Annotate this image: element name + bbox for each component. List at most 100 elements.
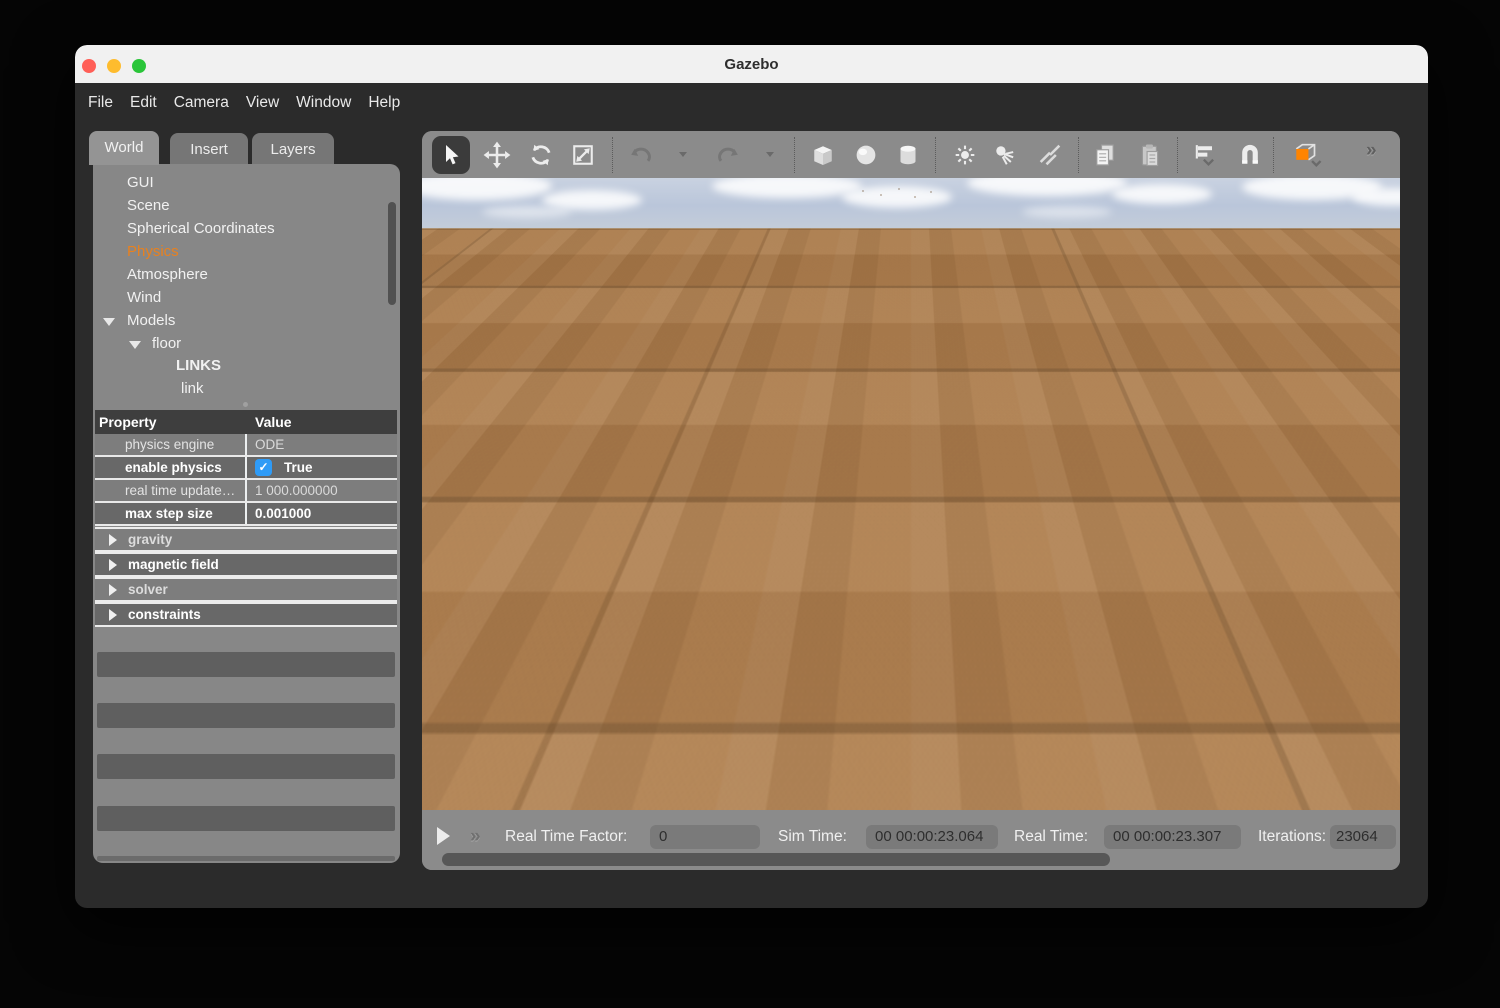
- sim-time-label: Sim Time:: [778, 828, 847, 846]
- menu-camera[interactable]: Camera: [174, 94, 229, 112]
- real-time-factor-value: 0: [650, 825, 760, 849]
- tree-item-models[interactable]: Models: [127, 312, 175, 334]
- body-slot: [913, 441, 922, 448]
- table-row[interactable]: max step size 0.001000: [95, 503, 397, 526]
- titlebar: Gazebo: [75, 45, 1428, 83]
- tree-item-link[interactable]: link: [181, 380, 204, 402]
- menu-view[interactable]: View: [246, 94, 279, 112]
- speckle: [880, 194, 882, 196]
- property-cell: enable physics: [95, 457, 247, 478]
- value-cell[interactable]: 0.001000: [247, 503, 397, 524]
- toolbar-separator: [612, 137, 613, 173]
- horizontal-scrollbar[interactable]: [442, 853, 1110, 866]
- world-panel: GUI Scene Spherical Coordinates Physics …: [93, 164, 400, 863]
- menu-window[interactable]: Window: [296, 94, 351, 112]
- value-cell[interactable]: ODE: [247, 434, 397, 455]
- align-button[interactable]: [1188, 136, 1222, 174]
- collapse-arrow-icon[interactable]: [103, 318, 115, 326]
- copy-icon: [1091, 141, 1119, 169]
- menu-help[interactable]: Help: [368, 94, 400, 112]
- play-button[interactable]: [437, 827, 450, 845]
- paste-button[interactable]: [1133, 136, 1167, 174]
- section-constraints[interactable]: constraints: [95, 602, 397, 627]
- real-time-value: 00 00:00:23.307: [1104, 825, 1241, 849]
- section-solver[interactable]: solver: [95, 577, 397, 602]
- empty-row: [97, 754, 395, 779]
- table-row[interactable]: physics engine ODE: [95, 434, 397, 457]
- directional-light-icon: [1036, 141, 1064, 169]
- real-time-factor-label: Real Time Factor:: [505, 828, 627, 846]
- sphere-icon: [851, 140, 881, 170]
- redo-icon: [714, 141, 742, 169]
- value-cell: ✓ True: [247, 457, 397, 478]
- tree-item-physics[interactable]: Physics: [127, 243, 179, 265]
- menubar: File Edit Camera View Window Help: [75, 83, 1428, 123]
- sphere-shape-button[interactable]: [849, 136, 883, 174]
- cloud: [482, 206, 572, 218]
- tree-item-atmosphere[interactable]: Atmosphere: [127, 266, 208, 288]
- scale-tool-button[interactable]: [566, 136, 600, 174]
- screen: Gazebo File Edit Camera View Window Help…: [0, 0, 1500, 1008]
- sim-time-value: 00 00:00:23.064: [866, 825, 998, 849]
- toolbar-separator: [1078, 137, 1079, 173]
- menu-file[interactable]: File: [88, 94, 113, 112]
- section-magnetic-field[interactable]: magnetic field: [95, 552, 397, 577]
- tree-item-floor[interactable]: floor: [152, 335, 181, 357]
- menu-edit[interactable]: Edit: [130, 94, 157, 112]
- property-table: Property Value physics engine ODE enable…: [95, 410, 397, 526]
- paste-icon: [1136, 141, 1164, 169]
- section-gravity[interactable]: gravity: [95, 527, 397, 552]
- tree-item-spherical-coordinates[interactable]: Spherical Coordinates: [127, 220, 275, 242]
- expand-arrow-icon: [109, 559, 117, 571]
- cylinder-shape-button[interactable]: [891, 136, 925, 174]
- spot-light-button[interactable]: [988, 136, 1022, 174]
- window-title: Gazebo: [75, 45, 1428, 83]
- magnet-icon: [1236, 141, 1264, 169]
- tree-scrollbar[interactable]: [388, 202, 396, 305]
- undo-icon: [627, 141, 655, 169]
- box-shape-button[interactable]: [806, 136, 840, 174]
- redo-history-button[interactable]: [766, 152, 774, 157]
- tree-item-wind[interactable]: Wind: [127, 289, 161, 311]
- redo-button[interactable]: [711, 136, 745, 174]
- copy-button[interactable]: [1088, 136, 1122, 174]
- tab-world[interactable]: World: [89, 131, 159, 165]
- point-light-button[interactable]: [948, 136, 982, 174]
- leg-top: [836, 464, 849, 469]
- tree-item-scene[interactable]: Scene: [127, 197, 170, 219]
- property-column-header: Property: [95, 414, 247, 430]
- tab-layers[interactable]: Layers: [252, 133, 334, 165]
- translate-tool-button[interactable]: [480, 136, 514, 174]
- move-icon: [483, 141, 511, 169]
- toolbar-separator: [1273, 137, 1274, 173]
- tab-insert[interactable]: Insert: [170, 133, 248, 165]
- undo-history-button[interactable]: [679, 152, 687, 157]
- select-tool-button[interactable]: [432, 136, 470, 174]
- property-cell: real time update…: [95, 480, 247, 501]
- statusbar-expand-button[interactable]: »: [470, 826, 481, 848]
- collapse-arrow-icon[interactable]: [129, 341, 141, 349]
- snap-magnet-button[interactable]: [1233, 136, 1267, 174]
- section-label: magnetic field: [128, 554, 219, 575]
- directional-light-button[interactable]: [1033, 136, 1067, 174]
- drone-bottom-tray: [888, 474, 916, 485]
- rotate-tool-button[interactable]: [524, 136, 558, 174]
- splitter-handle[interactable]: [243, 402, 248, 407]
- toolbar-overflow-button[interactable]: »: [1366, 140, 1377, 162]
- empty-row: [97, 806, 395, 831]
- table-row[interactable]: real time update… 1 000.000000: [95, 480, 397, 503]
- expand-arrow-icon: [109, 534, 117, 546]
- value-cell[interactable]: 1 000.000000: [247, 480, 397, 501]
- enable-physics-checkbox[interactable]: ✓: [255, 459, 272, 476]
- table-row[interactable]: enable physics ✓ True: [95, 457, 397, 480]
- tree-item-links[interactable]: LINKS: [176, 357, 221, 379]
- property-cell: physics engine: [95, 434, 247, 455]
- iterations-value: 23064: [1330, 825, 1396, 849]
- undo-button[interactable]: [624, 136, 658, 174]
- view-angle-button[interactable]: [1284, 136, 1328, 174]
- quadcopter-model[interactable]: [790, 404, 1014, 524]
- simulation-scene[interactable]: [422, 178, 1400, 810]
- rotate-icon: [527, 141, 555, 169]
- sun-icon: [951, 141, 979, 169]
- tree-item-gui[interactable]: GUI: [127, 174, 154, 196]
